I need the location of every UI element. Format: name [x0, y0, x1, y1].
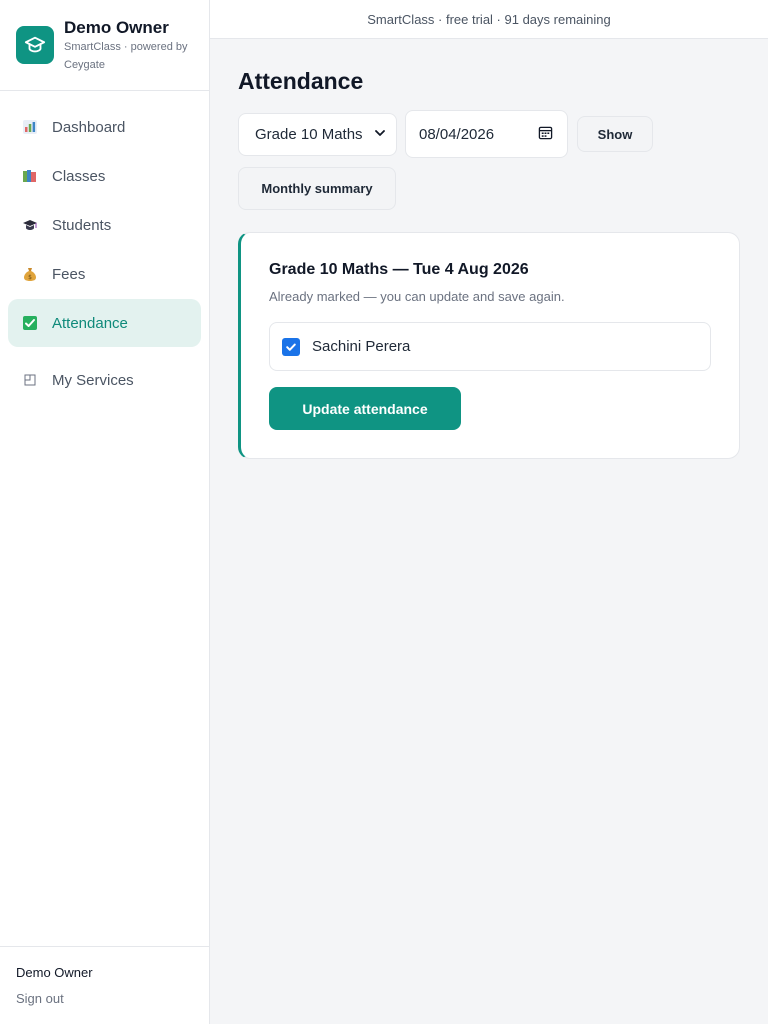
attendance-card: Grade 10 Maths — Tue 4 Aug 2026 Already …	[238, 232, 740, 459]
sidebar: Demo Owner SmartClass · powered by Ceyga…	[0, 0, 210, 1024]
page-title: Attendance	[238, 68, 364, 94]
sidebar-item-classes[interactable]: Classes	[8, 152, 201, 200]
user-name: Demo Owner	[16, 965, 93, 980]
date-input-value: 08/04/2026	[419, 125, 495, 143]
sidebar-item-students[interactable]: Students	[8, 201, 201, 249]
filter-controls: Grade 10 Maths 08/04/2026 Show	[238, 110, 740, 158]
class-select[interactable]: Grade 10 Maths	[238, 112, 397, 156]
present-checkbox[interactable]	[282, 337, 300, 356]
brand-header: Demo Owner SmartClass · powered by Ceyga…	[0, 0, 209, 91]
graduation-cap-logo-icon	[16, 26, 54, 64]
main-content: Attendance Grade 10 Maths 08/04/2026 Sho…	[238, 66, 740, 459]
attendance-card-title: Grade 10 Maths — Tue 4 Aug 2026	[269, 261, 529, 278]
sidebar-item-fees[interactable]: $ Fees	[8, 250, 201, 298]
monthly-summary-button[interactable]: Monthly summary	[238, 167, 396, 210]
sidebar-footer: Demo Owner Sign out	[0, 946, 209, 1024]
student-row[interactable]: Sachini Perera	[269, 322, 711, 371]
sidebar-item-attendance[interactable]: Attendance	[8, 299, 201, 347]
calendar-icon[interactable]	[538, 125, 553, 144]
services-icon	[22, 372, 38, 388]
show-button[interactable]: Show	[577, 116, 653, 152]
trial-status-text: SmartClass · free trial · 91 days remain…	[367, 11, 611, 27]
brand-subtitle: SmartClass · powered by Ceygate	[64, 41, 188, 71]
update-attendance-button[interactable]: Update attendance	[269, 387, 461, 430]
sidebar-item-dashboard[interactable]: Dashboard	[8, 103, 201, 151]
sidebar-item-label: Fees	[52, 265, 86, 283]
sidebar-item-label: Dashboard	[52, 118, 126, 136]
graduation-cap-icon	[22, 217, 38, 233]
student-name: Sachini Perera	[312, 338, 411, 355]
sidebar-item-label: Students	[52, 216, 112, 234]
sign-out-link[interactable]: Sign out	[16, 991, 64, 1006]
attendance-card-note: Already marked — you can update and save…	[269, 289, 565, 304]
check-box-icon	[22, 315, 38, 331]
sidebar-nav: Dashboard Classes Students $ Fees Attend…	[0, 91, 209, 404]
svg-text:$: $	[28, 274, 32, 281]
date-input[interactable]: 08/04/2026	[405, 110, 568, 158]
sidebar-item-label: Attendance	[52, 314, 128, 332]
sidebar-item-label: Classes	[52, 167, 106, 185]
books-icon	[22, 168, 38, 184]
brand-name: Demo Owner	[64, 18, 169, 37]
bar-chart-icon	[22, 119, 38, 135]
top-banner: SmartClass · free trial · 91 days remain…	[210, 0, 768, 39]
sidebar-item-label: My Services	[52, 371, 134, 389]
chevron-down-icon	[374, 126, 386, 143]
money-bag-icon: $	[22, 266, 38, 282]
sidebar-item-my-services[interactable]: My Services	[8, 356, 201, 404]
class-select-value: Grade 10 Maths	[255, 125, 363, 143]
